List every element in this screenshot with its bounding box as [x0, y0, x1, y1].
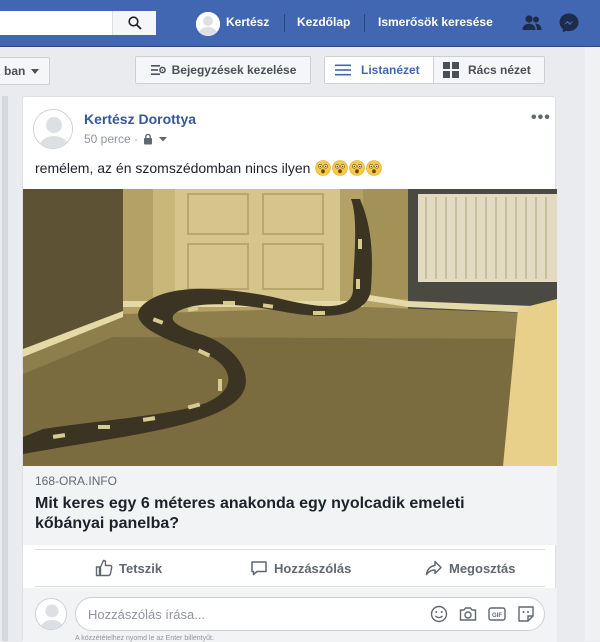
- home-link[interactable]: Kezdőlap: [297, 15, 350, 29]
- svg-text:GIF: GIF: [492, 613, 502, 619]
- post-meta: 50 perce ·: [84, 132, 168, 146]
- author-name[interactable]: Kertész Dorottya: [84, 111, 196, 127]
- top-navigation-bar: Kertész Kezdőlap Ismerősök keresése: [0, 0, 600, 47]
- comment-input[interactable]: Hozzászólás írása... GIF: [75, 597, 545, 631]
- divider: [284, 14, 285, 32]
- like-button[interactable]: Tetszik: [95, 550, 162, 586]
- share-button[interactable]: Megosztás: [425, 550, 515, 586]
- grid-view-label: Rács nézet: [468, 63, 531, 77]
- commenter-avatar: [35, 598, 67, 630]
- friend-requests-icon[interactable]: [521, 12, 543, 39]
- manage-posts-button[interactable]: Bejegyzések kezelése: [135, 56, 311, 84]
- filter-label: ban: [4, 64, 26, 78]
- divider: [364, 14, 365, 32]
- link-preview[interactable]: 168-ORA.INFO Mit keres egy 6 méteres ana…: [23, 466, 557, 545]
- gif-icon[interactable]: GIF: [487, 604, 507, 624]
- link-preview-image[interactable]: [23, 189, 557, 466]
- post-timestamp[interactable]: 50 perce ·: [84, 132, 138, 146]
- right-column-edge: [585, 47, 600, 641]
- search-icon: [127, 16, 142, 30]
- post-actions: Tetszik Hozzászólás Megosztás: [35, 549, 545, 587]
- comment-label: Hozzászólás: [274, 560, 352, 576]
- astonished-emoji-icon: [349, 160, 366, 176]
- astonished-emoji-icon: [366, 160, 383, 176]
- chevron-down-icon: [31, 69, 40, 74]
- sticker-icon[interactable]: [516, 604, 536, 624]
- comment-composer: Hozzászólás írása... GIF A közzétételhez…: [23, 588, 557, 642]
- search-button[interactable]: [112, 11, 156, 35]
- like-label: Tetszik: [119, 560, 163, 576]
- list-view-tab[interactable]: Listanézet: [325, 57, 433, 83]
- post-options-button[interactable]: •••: [531, 109, 551, 127]
- list-view-label: Listanézet: [361, 63, 420, 77]
- share-label: Megosztás: [449, 560, 516, 576]
- search-input[interactable]: [0, 11, 156, 35]
- author-avatar[interactable]: [33, 109, 73, 149]
- snake-photo: [23, 189, 557, 466]
- post-text: remélem, az én szomszédomban nincs ilyen: [35, 160, 311, 176]
- emoji-row: [314, 160, 383, 176]
- camera-icon[interactable]: [458, 604, 478, 624]
- post-card: Kertész Dorottya 50 perce · ••• remélem,…: [22, 96, 557, 642]
- share-arrow-icon: [425, 560, 442, 576]
- view-switcher: Listanézet Rács nézet: [324, 56, 545, 84]
- filter-dropdown[interactable]: ban: [0, 57, 50, 85]
- chevron-down-icon[interactable]: [158, 135, 168, 143]
- manage-posts-label: Bejegyzések kezelése: [171, 63, 297, 77]
- comment-button[interactable]: Hozzászólás: [250, 550, 351, 586]
- grid-view-tab[interactable]: Rács nézet: [433, 57, 544, 83]
- grid-view-icon: [443, 62, 459, 78]
- thumbs-up-icon: [95, 559, 113, 577]
- astonished-emoji-icon: [332, 160, 349, 176]
- messenger-icon[interactable]: [558, 12, 580, 39]
- list-view-icon: [335, 64, 351, 76]
- find-friends-link[interactable]: Ismerősök keresése: [378, 15, 493, 29]
- comment-placeholder: Hozzászólás írása...: [88, 606, 206, 622]
- profile-avatar[interactable]: [196, 12, 220, 36]
- emoji-icon[interactable]: [429, 604, 449, 624]
- link-domain: 168-ORA.INFO: [35, 474, 118, 488]
- link-title[interactable]: Mit keres egy 6 méteres anakonda egy nyo…: [35, 494, 535, 534]
- lock-icon[interactable]: [142, 133, 154, 145]
- comment-bubble-icon: [251, 561, 267, 576]
- comment-tools: GIF: [429, 604, 536, 624]
- timeline-toolbar: ban Bejegyzések kezelése Listanézet Rács…: [0, 47, 600, 95]
- left-column-edge: [2, 96, 8, 641]
- manage-settings-icon: [150, 65, 166, 75]
- astonished-emoji-icon: [315, 160, 332, 176]
- post-text-row: remélem, az én szomszédomban nincs ilyen: [35, 160, 383, 176]
- profile-link[interactable]: Kertész: [226, 15, 269, 29]
